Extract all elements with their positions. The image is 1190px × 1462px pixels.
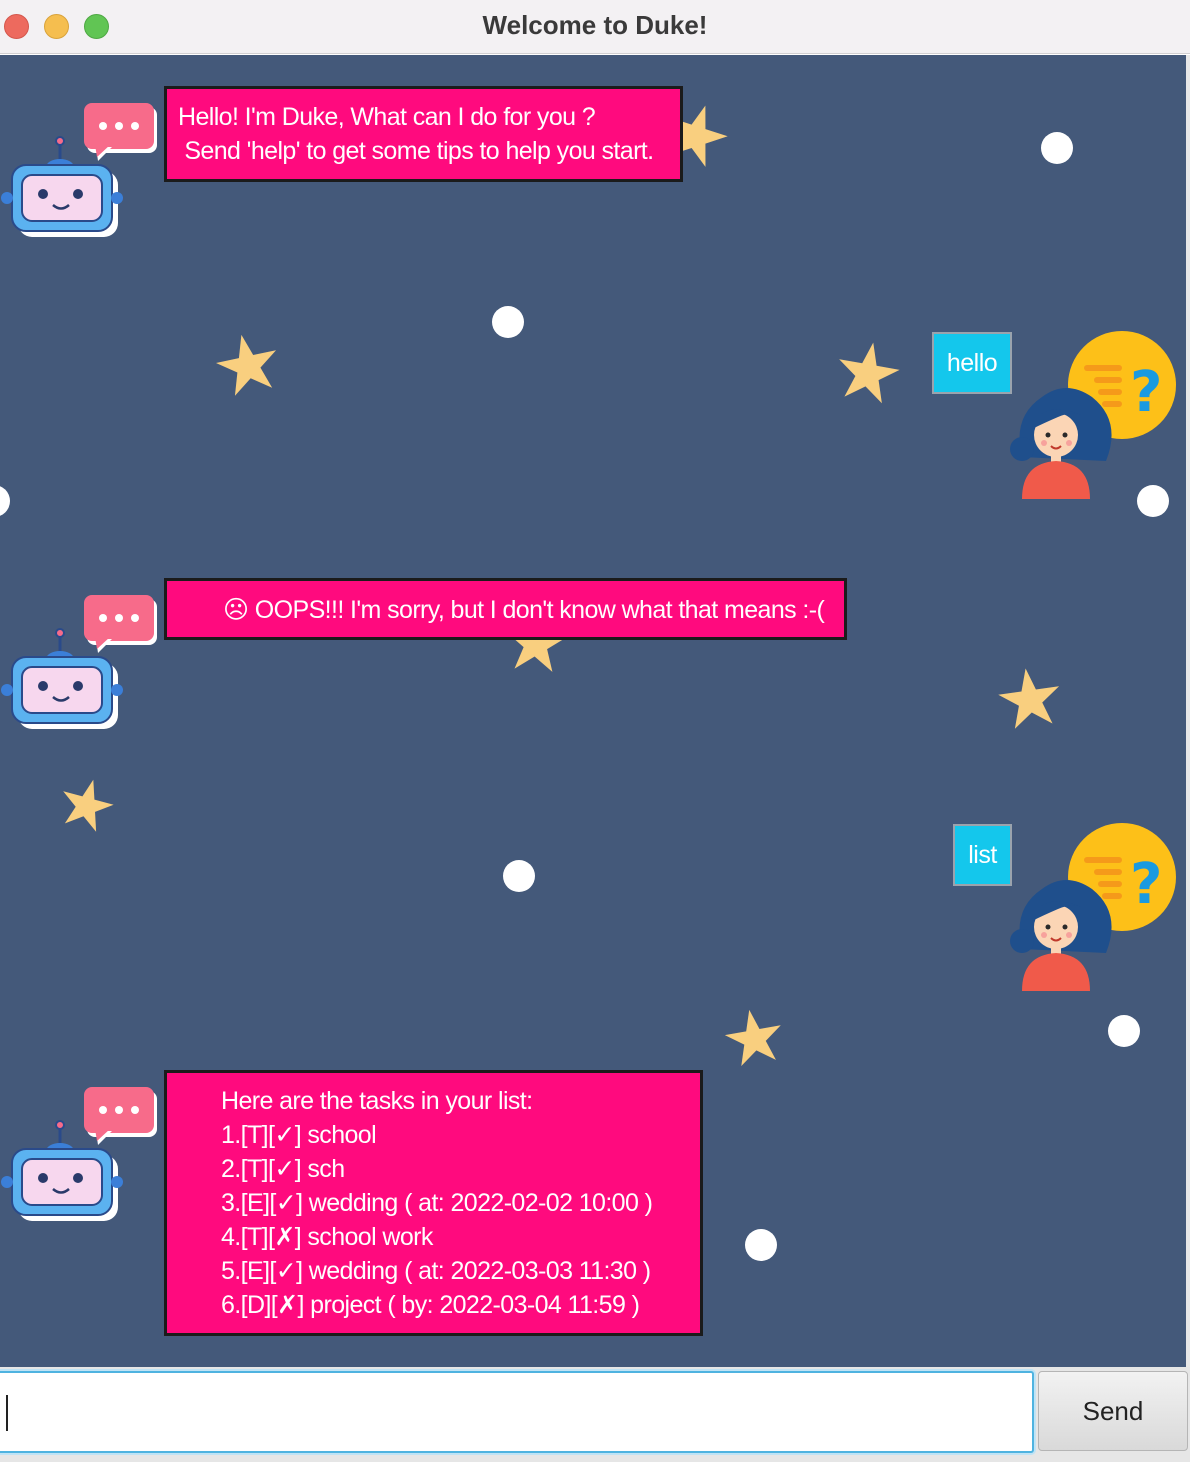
background-dot	[1108, 1015, 1140, 1047]
task-list-item: 5.[E][✓] wedding ( at: 2022-03-03 11:30 …	[221, 1257, 651, 1285]
background-dot	[492, 306, 524, 338]
star-icon: ★	[203, 313, 293, 416]
user-question-icon: ?	[1008, 331, 1180, 504]
user-message-bubble: hello	[932, 332, 1012, 394]
star-icon: ★	[47, 760, 126, 850]
background-dot	[745, 1229, 777, 1261]
task-list-item: 1.[T][✓] school	[221, 1121, 377, 1149]
chat-scroll-pane[interactable]: ★ ★ ★ ★ ★ ★ ★ Hello! I'm Duke, What can …	[0, 55, 1186, 1367]
background-dot	[1041, 132, 1073, 164]
input-bar: Send	[0, 1367, 1190, 1462]
star-icon: ★	[714, 990, 794, 1085]
star-icon: ★	[824, 322, 911, 423]
bot-message-line: Here are the tasks in your list:	[221, 1087, 533, 1115]
send-button[interactable]: Send	[1038, 1371, 1188, 1451]
task-list-item: 2.[T][✓] sch	[221, 1155, 345, 1183]
command-input[interactable]	[0, 1371, 1034, 1453]
svg-text:?: ?	[1130, 852, 1162, 917]
bot-message-bubble: Here are the tasks in your list: 1.[T][✓…	[164, 1070, 703, 1336]
user-question-icon: ?	[1008, 823, 1180, 996]
bot-message-line: Send 'help' to get some tips to help you…	[178, 137, 654, 165]
task-list-item: 4.[T][✗] school work	[221, 1223, 433, 1251]
bot-message-line: Hello! I'm Duke, What can I do for you ?	[178, 103, 596, 131]
background-dot	[503, 860, 535, 892]
svg-text:?: ?	[1130, 360, 1162, 425]
window-title: Welcome to Duke!	[482, 10, 708, 40]
user-message-bubble: list	[953, 824, 1012, 886]
user-message-text: hello	[946, 349, 998, 377]
robot-icon	[0, 1083, 170, 1228]
task-list-item: 6.[D][✗] project ( by: 2022-03-04 11:59 …	[221, 1291, 640, 1319]
user-message-text: list	[968, 841, 997, 869]
background-dot	[0, 485, 10, 517]
task-list-item: 3.[E][✓] wedding ( at: 2022-02-02 10:00 …	[221, 1189, 653, 1217]
robot-icon	[0, 591, 170, 736]
window-titlebar: Welcome to Duke!	[0, 0, 1190, 54]
bot-message-bubble: Hello! I'm Duke, What can I do for you ?…	[164, 86, 683, 182]
robot-icon	[0, 99, 170, 244]
bot-message-bubble: ☹ OOPS!!! I'm sorry, but I don't know wh…	[164, 578, 847, 640]
star-icon: ★	[988, 649, 1072, 748]
bot-message-line: ☹ OOPS!!! I'm sorry, but I don't know wh…	[223, 596, 825, 624]
window-edge	[1186, 55, 1190, 1462]
text-caret	[6, 1395, 8, 1431]
